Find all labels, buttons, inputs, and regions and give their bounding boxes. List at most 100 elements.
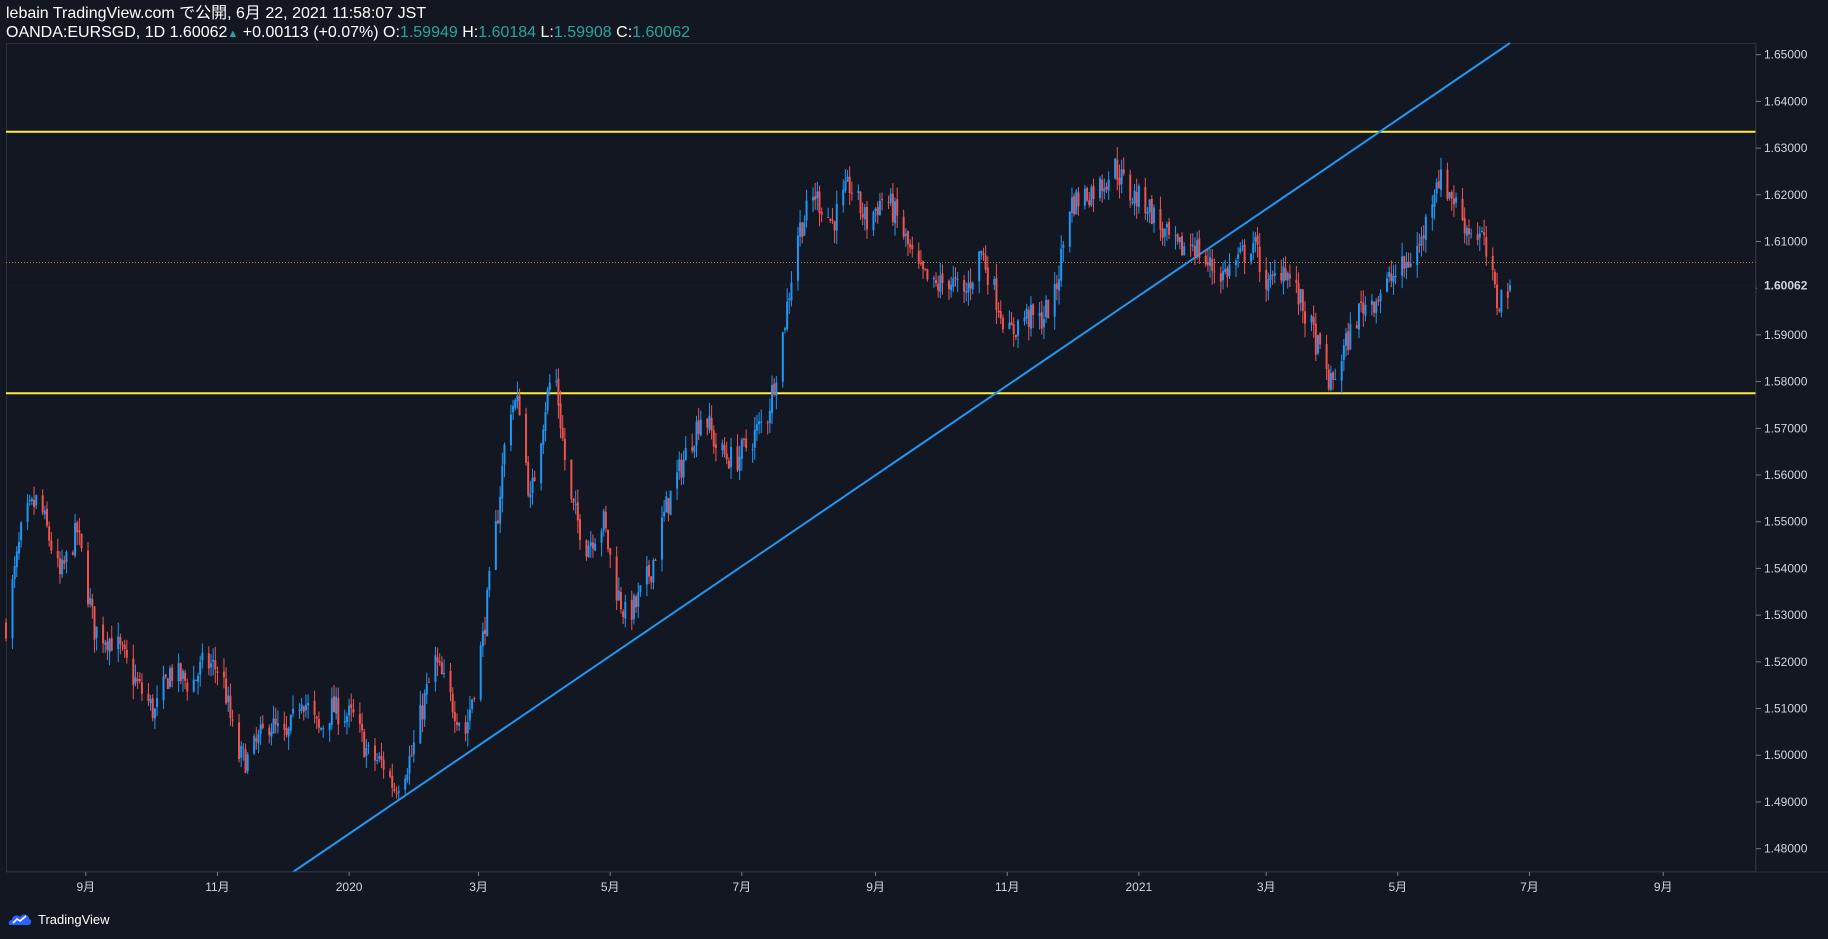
candle-body [1060, 248, 1063, 281]
candle [1029, 296, 1032, 337]
candle [1053, 271, 1056, 330]
candle [842, 179, 845, 213]
candle-body [1256, 235, 1259, 245]
candle [1314, 312, 1317, 362]
candle [1420, 226, 1423, 257]
candle-body [1265, 269, 1268, 290]
candle-body [1178, 237, 1181, 243]
candle [214, 646, 217, 684]
candle-body [1174, 234, 1177, 236]
candle-body [833, 221, 836, 231]
footer[interactable]: TradingView [8, 911, 110, 927]
candle [1088, 191, 1091, 208]
candle [760, 409, 763, 434]
price-axis-label: 1.50000 [1764, 748, 1808, 762]
candle [1377, 295, 1380, 306]
candle-body [624, 601, 627, 619]
candle [343, 709, 346, 728]
candle-body [1355, 325, 1358, 329]
candle [607, 529, 610, 553]
candle-body [1101, 179, 1104, 192]
candle [270, 723, 273, 746]
candle-body [1401, 256, 1404, 276]
candle-body [555, 380, 558, 382]
candle [132, 644, 135, 700]
candle-body [1133, 190, 1136, 204]
candle [117, 622, 120, 663]
candle [861, 202, 864, 226]
price-axis-label: 1.53000 [1764, 608, 1808, 622]
candle-body [48, 526, 51, 541]
candle-body [166, 678, 169, 689]
candle [61, 549, 64, 578]
candle-body [781, 332, 784, 382]
candle-body [171, 667, 174, 681]
candle-body [1416, 245, 1419, 265]
price-axis-label: 1.51000 [1764, 702, 1808, 716]
candle-body [691, 447, 694, 451]
candle-body [1239, 247, 1242, 253]
trendline[interactable] [292, 42, 1511, 873]
candle-body [1386, 278, 1389, 292]
candle-body [740, 439, 743, 459]
candle-body [947, 280, 950, 289]
candle [630, 590, 633, 631]
candle [1360, 290, 1363, 313]
candle [1386, 272, 1389, 293]
candle-body [1053, 284, 1056, 317]
candle [786, 288, 789, 332]
candle [652, 557, 655, 590]
candle [542, 424, 545, 455]
candle-body [300, 704, 303, 711]
candle-body [512, 405, 515, 413]
candle-body [1001, 317, 1004, 330]
candle-body [199, 661, 202, 675]
candle-body [896, 199, 899, 216]
candle-body [397, 791, 400, 793]
candle-body [365, 747, 368, 756]
candle-body [969, 281, 972, 289]
candle [1357, 303, 1360, 339]
candle-body [1327, 369, 1330, 390]
candle-body [622, 611, 625, 617]
candle [1407, 252, 1410, 268]
candle [1355, 320, 1358, 329]
candle [1103, 178, 1106, 200]
candle-body [1403, 255, 1406, 269]
candle [665, 491, 668, 513]
candle-body [1237, 254, 1240, 259]
candle-body [585, 540, 588, 557]
candle-body [78, 530, 81, 533]
candle [503, 442, 506, 478]
candle-body [919, 262, 922, 264]
candle [604, 505, 607, 533]
candle-body [591, 542, 594, 549]
candle-body [952, 278, 955, 287]
candle-body [1129, 174, 1132, 201]
candle-body [1070, 197, 1073, 213]
candle-body [540, 443, 543, 484]
candle [1045, 295, 1048, 324]
candle-body [209, 663, 212, 668]
candle [91, 593, 94, 619]
candle [516, 381, 519, 409]
candlestick-chart[interactable]: 1.65000 1.64000 1.63000 1.62000 1.61000 1.600… [0, 0, 1828, 900]
candle [574, 490, 577, 515]
candle [1017, 319, 1020, 349]
candle [302, 705, 305, 721]
candle-body [231, 719, 234, 721]
candle-body [894, 201, 897, 224]
price-axis-label: 1.54000 [1764, 561, 1808, 575]
candle [1032, 303, 1035, 329]
candle [1461, 188, 1464, 222]
candle [954, 267, 957, 287]
candle-body [820, 211, 823, 215]
candle [788, 292, 791, 314]
candle-body [440, 662, 443, 675]
candle-body [20, 522, 23, 541]
candle-body [35, 495, 38, 506]
candle [745, 429, 748, 452]
candle [397, 785, 400, 800]
candle [950, 276, 953, 298]
candle [1448, 192, 1451, 201]
